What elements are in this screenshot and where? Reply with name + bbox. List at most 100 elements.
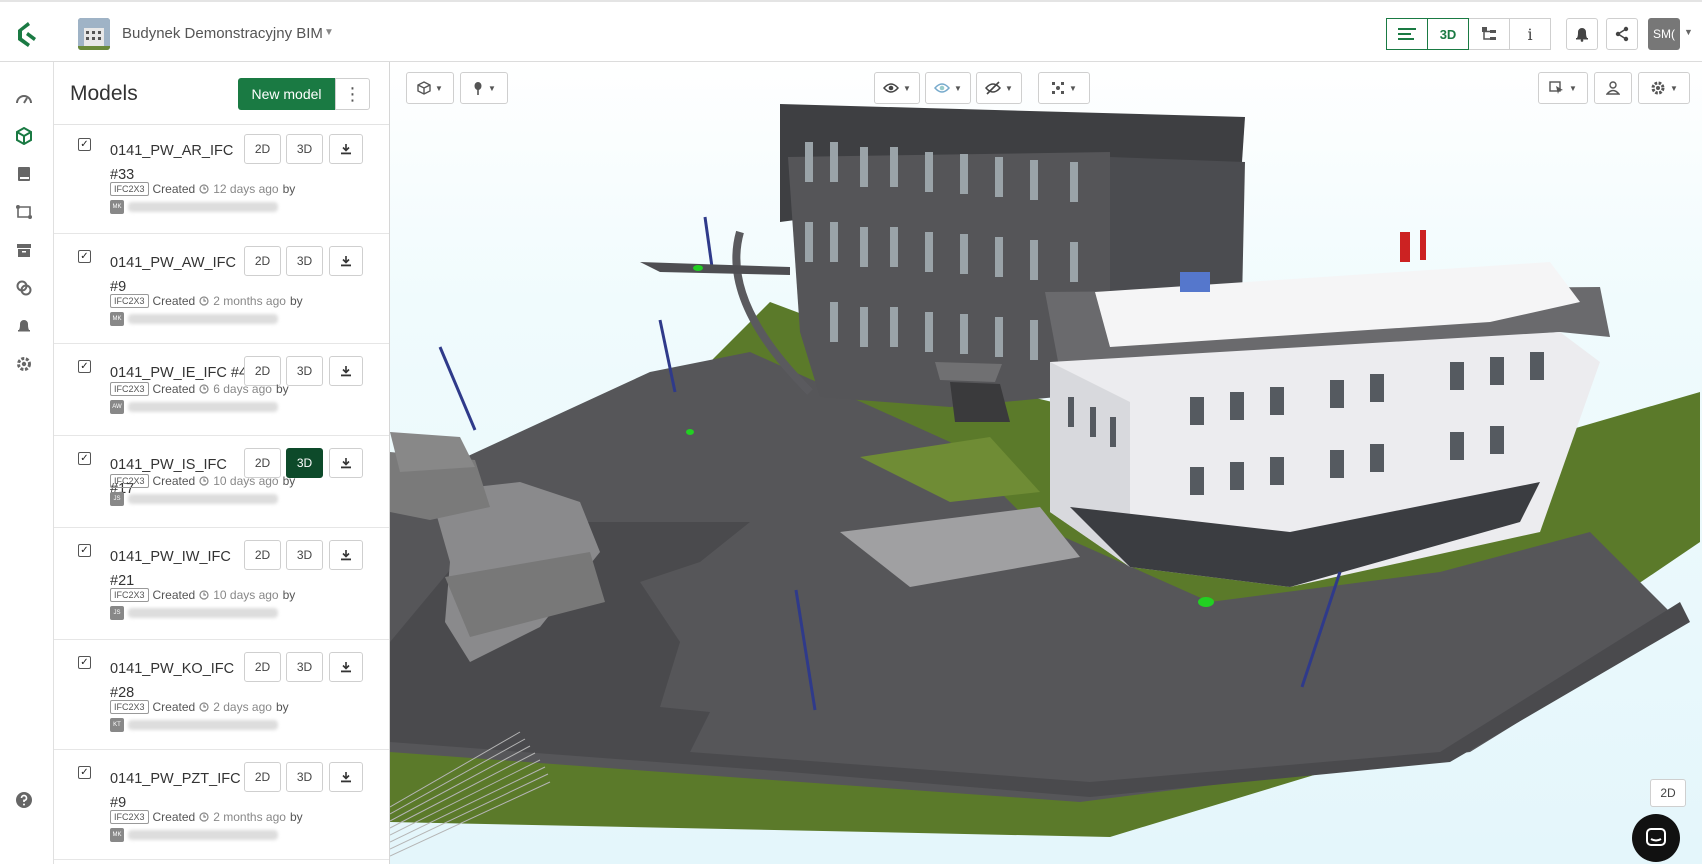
by-label: by — [282, 474, 296, 488]
select-mode-button[interactable]: ▼ — [1538, 72, 1588, 104]
clock-icon — [199, 476, 209, 486]
model-row[interactable]: ✓ 0141_PW_AR_IFC #33 2D 3D IFC2X3 Created 12 d… — [54, 122, 389, 234]
link-icon[interactable] — [12, 276, 36, 300]
model-author: MK — [110, 828, 278, 842]
new-model-button[interactable]: New model — [238, 78, 335, 110]
3d-view-button[interactable]: 3D — [1427, 18, 1469, 50]
open-2d-button[interactable]: 2D — [244, 246, 281, 276]
format-badge: IFC2X3 — [110, 810, 149, 824]
open-3d-button[interactable]: 3D — [286, 540, 323, 570]
list-icon — [1398, 28, 1416, 40]
pin-icon — [474, 82, 482, 95]
clock-icon — [199, 812, 209, 822]
info-button[interactable]: i — [1509, 18, 1551, 50]
explode-button[interactable]: ▼ — [1038, 72, 1090, 104]
notifications-icon[interactable] — [12, 314, 36, 338]
open-2d-button[interactable]: 2D — [244, 134, 281, 164]
models-icon[interactable] — [12, 124, 36, 148]
created-time: 2 days ago — [213, 700, 272, 714]
download-button[interactable] — [329, 652, 363, 682]
download-icon — [341, 366, 351, 377]
chevron-down-icon: ▼ — [1069, 83, 1077, 93]
hide-button[interactable]: ▼ — [976, 72, 1022, 104]
show-button[interactable]: ▼ — [874, 72, 920, 104]
dashboard-icon[interactable] — [12, 86, 36, 110]
model-row[interactable]: ✓ 0141_PW_PZT_IFC #9 2D 3D IFC2X3 Created 2 mo… — [54, 750, 389, 860]
viewer-settings-button[interactable]: ▼ — [1638, 72, 1690, 104]
download-button[interactable] — [329, 762, 363, 792]
model-name[interactable]: 0141_PW_PZT_IFC #9 — [110, 767, 250, 815]
app-logo[interactable] — [10, 16, 44, 50]
download-icon — [341, 144, 351, 155]
help-icon[interactable] — [12, 788, 36, 812]
model-checkbox[interactable]: ✓ — [78, 656, 91, 669]
person-icon — [1606, 81, 1620, 95]
chevron-down-icon[interactable]: ▼ — [1684, 27, 1693, 37]
download-button[interactable] — [329, 540, 363, 570]
open-3d-button[interactable]: 3D — [286, 246, 323, 276]
open-2d-button[interactable]: 2D — [244, 540, 281, 570]
notifications-button[interactable] — [1566, 18, 1598, 50]
model-checkbox[interactable]: ✓ — [78, 138, 91, 151]
book-icon[interactable] — [12, 162, 36, 186]
model-meta: IFC2X3 Created 6 days ago by — [110, 382, 289, 396]
share-button[interactable] — [1606, 18, 1638, 50]
model-row[interactable]: ✓ 0141_PW_IE_IFC #4 2D 3D IFC2X3 Created 6 day… — [54, 344, 389, 436]
model-meta: IFC2X3 Created 10 days ago by — [110, 474, 295, 488]
open-2d-button[interactable]: 2D — [244, 652, 281, 682]
created-time: 10 days ago — [213, 474, 279, 488]
by-label: by — [275, 382, 289, 396]
more-options-button[interactable]: ⋮ — [335, 78, 370, 110]
model-name[interactable]: 0141_PW_AW_IFC #9 — [110, 251, 250, 299]
open-2d-button[interactable]: 2D — [244, 762, 281, 792]
format-badge: IFC2X3 — [110, 474, 149, 488]
viewer-2d-button[interactable]: 2D — [1650, 779, 1686, 807]
download-button[interactable] — [329, 448, 363, 478]
chevron-down-icon: ▼ — [954, 83, 962, 93]
author-name-redacted — [128, 494, 278, 504]
open-3d-button[interactable]: 3D — [286, 652, 323, 682]
model-name[interactable]: 0141_PW_KO_IFC #28 — [110, 657, 250, 705]
model-row[interactable]: ✓ 0141_PW_IW_IFC #21 2D 3D IFC2X3 Created 10 d… — [54, 528, 389, 640]
chat-launcher-button[interactable] — [1632, 814, 1680, 862]
download-button[interactable] — [329, 356, 363, 386]
project-thumbnail[interactable] — [78, 18, 110, 50]
tree-view-button[interactable] — [1468, 18, 1510, 50]
navigation-mode-button[interactable]: ▼ — [460, 72, 508, 104]
model-name[interactable]: 0141_PW_AR_IFC #33 — [110, 139, 250, 187]
open-3d-button[interactable]: 3D — [286, 762, 323, 792]
chevron-down-icon: ▼ — [1670, 83, 1678, 93]
model-row[interactable]: ✓ 0141_PW_AW_IFC #9 2D 3D IFC2X3 Created 2 mon… — [54, 234, 389, 344]
model-checkbox[interactable]: ✓ — [78, 452, 91, 465]
model-checkbox[interactable]: ✓ — [78, 360, 91, 373]
created-label: Created — [152, 474, 196, 488]
model-name[interactable]: 0141_PW_IW_IFC #21 — [110, 545, 250, 593]
route-icon[interactable] — [12, 200, 36, 224]
person-view-button[interactable] — [1594, 72, 1632, 104]
model-checkbox[interactable]: ✓ — [78, 544, 91, 557]
format-badge: IFC2X3 — [110, 294, 149, 308]
download-button[interactable] — [329, 246, 363, 276]
model-checkbox[interactable]: ✓ — [78, 250, 91, 263]
download-button[interactable] — [329, 134, 363, 164]
model-checkbox[interactable]: ✓ — [78, 766, 91, 779]
author-name-redacted — [128, 402, 278, 412]
open-3d-button[interactable]: 3D — [286, 356, 323, 386]
created-label: Created — [152, 810, 196, 824]
project-name[interactable]: Budynek Demonstracyjny BIM — [122, 25, 323, 42]
3d-viewer[interactable]: ▼ ▼ ▼ ▼ ▼ ▼ ▼ ▼ 2D — [390, 62, 1702, 864]
isolate-button[interactable]: ▼ — [925, 72, 971, 104]
view-cube-button[interactable]: ▼ — [406, 72, 454, 104]
info-icon: i — [1527, 24, 1533, 44]
by-label: by — [282, 182, 296, 196]
archive-icon[interactable] — [12, 238, 36, 262]
model-row[interactable]: ✓ 0141_PW_KO_IFC #28 2D 3D IFC2X3 Created 2 da… — [54, 640, 389, 750]
model-row[interactable]: ✓ 0141_PW_IS_IFC #17 2D 3D IFC2X3 Created 10 d… — [54, 436, 389, 528]
open-3d-button[interactable]: 3D — [286, 134, 323, 164]
model-author: AW — [110, 400, 278, 414]
chevron-down-icon[interactable]: ▼ — [324, 27, 334, 38]
user-avatar[interactable]: SM( — [1648, 18, 1680, 50]
building-model-render[interactable] — [390, 62, 1702, 864]
settings-icon[interactable] — [12, 352, 36, 376]
list-view-button[interactable] — [1386, 18, 1428, 50]
